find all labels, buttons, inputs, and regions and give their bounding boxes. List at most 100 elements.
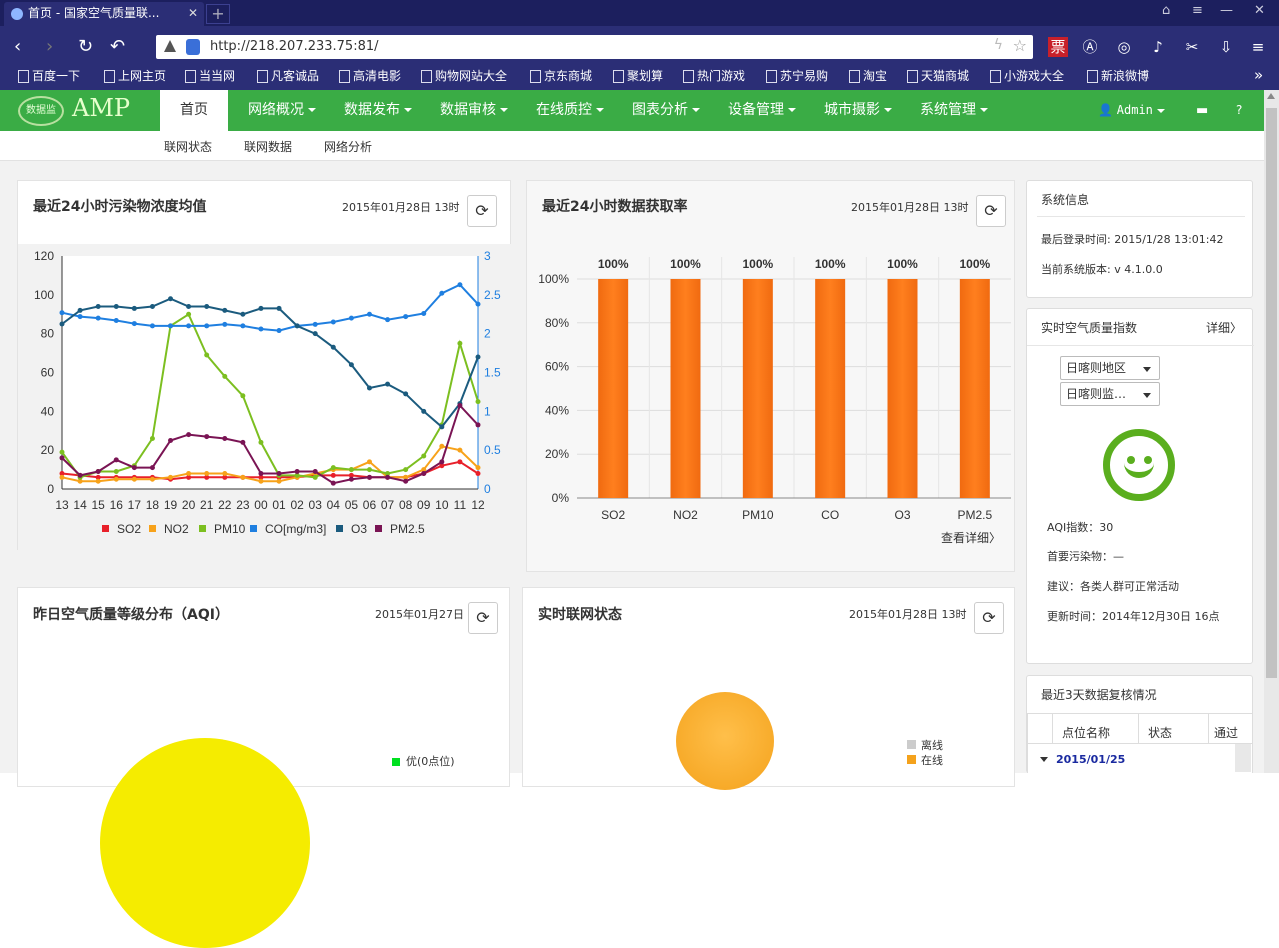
scissors-icon[interactable]: ✂ — [1182, 37, 1202, 57]
skin-icon[interactable]: ⌂ — [1162, 3, 1170, 18]
menu-lines-icon[interactable]: ≡ — [1248, 37, 1268, 57]
x-tick-label: CO — [821, 508, 839, 522]
caret-down-icon — [308, 108, 316, 112]
legend-label[interactable]: PM2.5 — [390, 522, 425, 536]
ticket-extension-icon[interactable]: 票 — [1048, 37, 1068, 57]
bookmark-item[interactable]: 京东商城 — [530, 68, 592, 84]
back-icon[interactable]: ‹ — [14, 36, 21, 58]
bookmark-item[interactable]: 聚划算 — [613, 68, 663, 84]
bookmark-item[interactable]: 当当网 — [185, 68, 235, 84]
nav-network-overview[interactable]: 网络概况 — [237, 90, 327, 131]
subnav-network-analysis[interactable]: 网络分析 — [324, 138, 372, 155]
legend-label[interactable]: SO2 — [117, 522, 141, 536]
menu-icon[interactable]: ≡ — [1192, 3, 1203, 18]
table-scrollbar[interactable] — [1235, 744, 1251, 772]
nav-system-management[interactable]: 系统管理 — [909, 90, 999, 131]
bar[interactable] — [670, 279, 701, 498]
bookmark-item[interactable]: 凡客诚品 — [257, 68, 319, 84]
bookmark-item[interactable]: 高清电影 — [339, 68, 401, 84]
bar-value-label: 100% — [887, 257, 918, 271]
bookmark-item[interactable]: 淘宝 — [849, 68, 887, 84]
bookmark-item[interactable]: 热门游戏 — [683, 68, 745, 84]
nav-home[interactable]: 首页 — [160, 90, 228, 131]
forward-icon[interactable]: › — [46, 36, 53, 58]
speaker-icon[interactable]: ♪ — [1148, 37, 1168, 57]
scroll-up-icon[interactable] — [1267, 93, 1275, 99]
data-point-no2 — [258, 478, 264, 484]
column-header[interactable]: 通过 — [1214, 724, 1250, 741]
column-header[interactable]: 点位名称 — [1062, 724, 1110, 741]
subnav-network-status[interactable]: 联网状态 — [164, 138, 212, 155]
column-header[interactable]: 状态 — [1148, 724, 1172, 741]
data-point-pm25 — [222, 436, 228, 442]
bookmark-item[interactable]: 苏宁易购 — [766, 68, 828, 84]
security-shield-icon[interactable] — [186, 39, 200, 55]
nav-online-qc[interactable]: 在线质控 — [525, 90, 615, 131]
adblock-icon[interactable]: Ⓐ — [1080, 37, 1100, 57]
lightning-icon[interactable]: ϟ — [994, 37, 1003, 53]
bar[interactable] — [815, 279, 846, 498]
line-chart: 12010080604020032.521.510.5013 14 15 16 17 18… — [34, 249, 501, 536]
table-row[interactable]: 2015/01/25 — [1028, 745, 1252, 775]
bookmark-item[interactable]: 天猫商城 — [907, 68, 969, 84]
nav-data-publish[interactable]: 数据发布 — [333, 90, 423, 131]
legend-label[interactable]: NO2 — [164, 522, 189, 536]
refresh-icon: ⟳ — [475, 201, 489, 220]
new-tab-button[interactable]: + — [206, 4, 230, 24]
bookmark-item[interactable]: 小游戏大全 — [990, 68, 1064, 84]
subnav-network-data[interactable]: 联网数据 — [244, 138, 292, 155]
region-select[interactable]: 日喀则地区 — [1060, 356, 1160, 380]
sub-navigation: 联网状态 联网数据 网络分析 — [0, 131, 1264, 161]
reload-icon[interactable]: ↻ — [78, 36, 93, 58]
divider — [1027, 345, 1254, 346]
nav-device-management[interactable]: 设备管理 — [717, 90, 807, 131]
user-menu[interactable]: 👤 Admin — [1098, 90, 1165, 131]
legend-swatch — [149, 525, 156, 532]
browser-tab[interactable]: 首页 - 国家空气质量联... ✕ — [4, 2, 204, 26]
compass-icon[interactable]: ◎ — [1114, 37, 1134, 57]
nav-chart-analysis[interactable]: 图表分析 — [621, 90, 711, 131]
bar[interactable] — [959, 279, 990, 498]
bookmarks-overflow-icon[interactable]: » — [1254, 66, 1263, 84]
legend-label[interactable]: CO[mg/m3] — [265, 522, 326, 536]
station-select[interactable]: 日喀则监… — [1060, 382, 1160, 406]
bar[interactable] — [598, 279, 629, 498]
legend-label[interactable]: O3 — [351, 522, 367, 536]
data-point-no2 — [366, 459, 372, 465]
page-scrollbar[interactable] — [1264, 90, 1279, 773]
refresh-button[interactable]: ⟳ — [974, 602, 1004, 634]
bookmark-item[interactable]: 购物网站大全 — [421, 68, 507, 84]
nav-city-photos[interactable]: 城市摄影 — [813, 90, 903, 131]
collapse-icon[interactable] — [1040, 757, 1048, 762]
address-bar[interactable]: http://218.207.233.75:81/ ϟ ☆ — [156, 35, 1033, 59]
message-icon[interactable]: ▬ — [1196, 90, 1208, 131]
refresh-button[interactable]: ⟳ — [467, 195, 497, 227]
caret-down-icon — [884, 108, 892, 112]
x-tick-label: 20 — [182, 498, 196, 512]
close-window-icon[interactable]: ✕ — [1254, 3, 1265, 18]
caret-down-icon — [1156, 108, 1165, 113]
logo-text: AMP — [72, 94, 131, 122]
undo-icon[interactable]: ↶ — [110, 36, 125, 58]
bookmark-star-icon[interactable]: ☆ — [1013, 36, 1027, 55]
data-point-pm25 — [276, 470, 282, 476]
bar[interactable] — [742, 279, 773, 498]
minimize-icon[interactable]: — — [1220, 3, 1233, 18]
close-tab-icon[interactable]: ✕ — [188, 2, 198, 24]
bookmark-item[interactable]: 上网主页 — [104, 68, 166, 84]
scroll-thumb[interactable] — [1266, 108, 1277, 678]
bookmark-item[interactable]: 百度一下 — [18, 68, 80, 84]
legend-label[interactable]: PM10 — [214, 522, 246, 536]
panel-date: 2015年01月27日 — [375, 608, 464, 621]
data-point-o3 — [240, 311, 246, 317]
refresh-button[interactable]: ⟳ — [976, 195, 1006, 227]
download-icon[interactable]: ⇩ — [1216, 37, 1236, 57]
refresh-button[interactable]: ⟳ — [468, 602, 498, 634]
nav-data-audit[interactable]: 数据审核 — [429, 90, 519, 131]
help-icon[interactable]: ? — [1236, 90, 1242, 131]
details-link[interactable]: 详细〉 — [1206, 319, 1242, 336]
legend-swatch-offline — [907, 740, 916, 749]
bar[interactable] — [887, 279, 918, 498]
view-details-link[interactable]: 查看详细〉 — [941, 529, 1001, 546]
bookmark-item[interactable]: 新浪微博 — [1087, 68, 1149, 84]
